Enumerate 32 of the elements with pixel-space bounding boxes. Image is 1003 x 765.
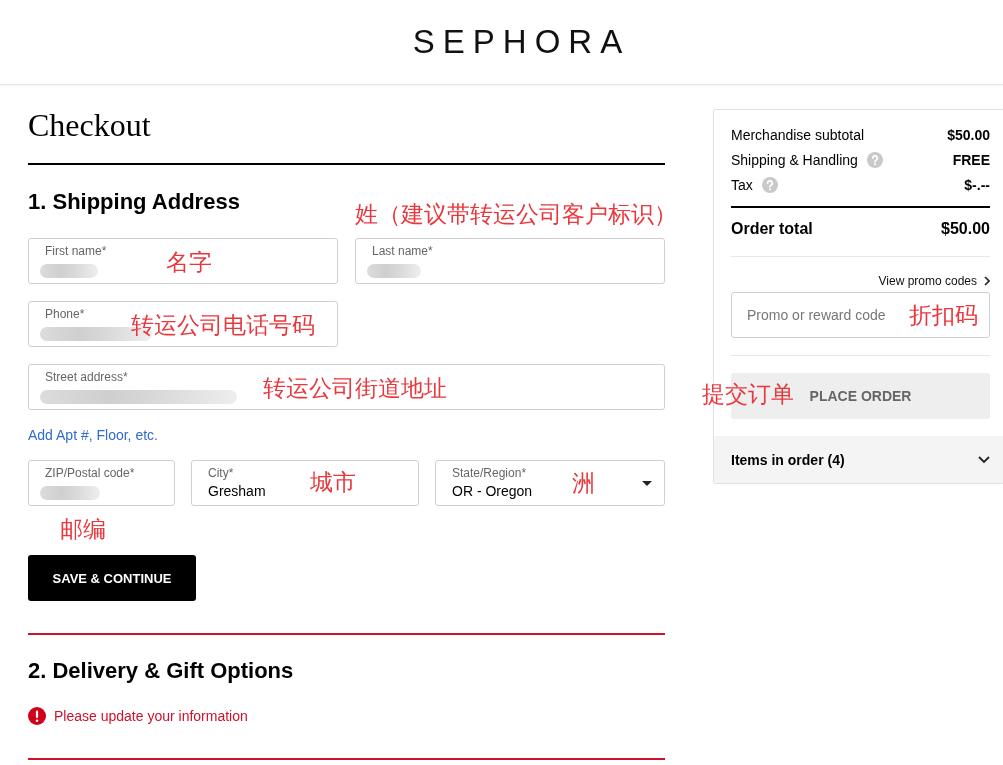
logo[interactable]: SEPHORA — [404, 23, 631, 61]
help-icon[interactable] — [761, 176, 778, 193]
chevron-right-icon — [984, 276, 990, 286]
annotation-text: 转运公司电话号码 — [131, 313, 315, 337]
caret-down-icon — [642, 481, 652, 486]
summary-label: Shipping & Handling — [731, 151, 858, 168]
annotation-text: 邮编 — [60, 517, 106, 541]
text-field[interactable]: Last name* — [355, 238, 665, 284]
page-title: Checkout — [28, 106, 151, 144]
section-heading: 2. Delivery & Gift Options — [28, 657, 294, 685]
summary-value: $-.-- — [964, 176, 990, 193]
summary-label: Tax — [731, 176, 753, 193]
section-heading: 1. Shipping Address — [28, 188, 240, 216]
alert-icon — [28, 707, 46, 725]
summary-value: FREE — [952, 151, 990, 168]
view-promo-codes-link[interactable]: View promo codes — [878, 273, 990, 289]
error-message: Please update your information — [54, 707, 248, 725]
text-field[interactable]: ZIP/Postal code* — [28, 460, 175, 506]
items-in-order-toggle[interactable]: Items in order (4) — [714, 436, 1003, 483]
summary-value: $50.00 — [947, 126, 990, 143]
annotation-text: 名字 — [166, 250, 212, 274]
help-icon[interactable] — [866, 151, 883, 168]
order-total-value: $50.00 — [941, 219, 990, 239]
add-address-line-link[interactable]: Add Apt #, Floor, etc. — [28, 427, 158, 443]
annotation-text: 折扣码 — [909, 303, 978, 327]
annotation-text: 转运公司街道地址 — [263, 376, 447, 400]
annotation-text: 洲 — [572, 471, 595, 495]
annotation-text: 城市 — [310, 470, 356, 494]
annotation-text: 姓（建议带转运公司客户标识） — [355, 202, 677, 226]
order-total-label: Order total — [731, 219, 813, 239]
summary-label: Merchandise subtotal — [731, 126, 865, 143]
save-continue-button[interactable]: SAVE & CONTINUE — [28, 555, 196, 601]
